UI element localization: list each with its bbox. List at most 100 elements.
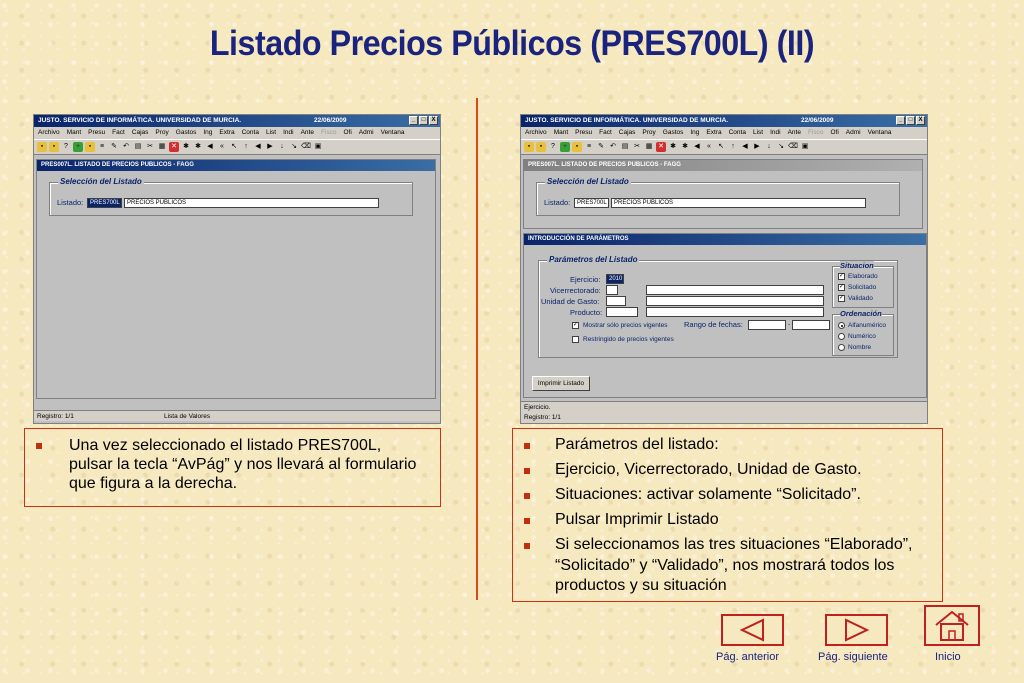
list-icon[interactable]: ≡ (584, 142, 594, 152)
down-arrow-icon[interactable]: ↓ (277, 142, 287, 152)
help-icon[interactable]: ↖ (716, 142, 726, 152)
elaborado-checkbox[interactable]: ✓ (838, 273, 845, 280)
undo-icon[interactable]: ↶ (608, 142, 618, 152)
numerico-radio[interactable] (838, 333, 845, 340)
remove-row-icon[interactable]: ✱ (680, 142, 690, 152)
first-record-icon[interactable]: ◀ (692, 142, 702, 152)
search-icon[interactable]: ↘ (776, 142, 786, 152)
close-button[interactable]: X (429, 116, 438, 125)
menu-ofi[interactable]: Ofi (830, 127, 838, 139)
prev-block-icon[interactable]: « (217, 142, 227, 152)
menu-admi[interactable]: Admi (359, 127, 374, 139)
menu-proy[interactable]: Proy (155, 127, 168, 139)
restringido-checkbox[interactable] (572, 336, 579, 343)
close-button[interactable]: X (916, 116, 925, 125)
calendar-icon[interactable]: ▣ (313, 142, 323, 152)
menu-proy[interactable]: Proy (642, 127, 655, 139)
menu-admi[interactable]: Admi (846, 127, 861, 139)
menu-list[interactable]: List (266, 127, 276, 139)
mostrar-vigentes-checkbox[interactable]: ✓ (572, 322, 579, 329)
folder-icon[interactable]: ▪ (572, 142, 582, 152)
fecha-desde-field[interactable] (748, 320, 786, 330)
producto-desc-field[interactable] (646, 307, 824, 317)
menu-fact[interactable]: Fact (112, 127, 125, 139)
listado-code-field[interactable]: PRES700L (574, 198, 609, 208)
prev-page-label[interactable]: Pág. anterior (716, 651, 779, 663)
prev-page-button[interactable] (721, 614, 784, 646)
unidad-gasto-desc-field[interactable] (646, 296, 824, 306)
delete-icon[interactable]: ✕ (656, 142, 666, 152)
edit-icon[interactable]: ✎ (596, 142, 606, 152)
query-icon[interactable]: ? (61, 142, 71, 152)
menu-ing[interactable]: Ing (203, 127, 212, 139)
menu-fact[interactable]: Fact (599, 127, 612, 139)
menu-extra[interactable]: Extra (706, 127, 721, 139)
listado-desc-field[interactable]: PRECIOS PUBLICOS (124, 198, 379, 208)
menu-ing[interactable]: Ing (690, 127, 699, 139)
imprimir-listado-button[interactable]: Imprimir Listado (532, 376, 590, 391)
right-arrow-icon[interactable]: ▶ (752, 142, 762, 152)
exit-icon[interactable]: ⌫ (301, 142, 311, 152)
paste-icon[interactable]: ▦ (157, 142, 167, 152)
listado-code-field[interactable]: PRES700L (87, 198, 122, 208)
folder-icon[interactable]: ▪ (85, 142, 95, 152)
first-record-icon[interactable]: ◀ (205, 142, 215, 152)
menu-indi[interactable]: Indi (770, 127, 780, 139)
calendar-icon[interactable]: ▣ (800, 142, 810, 152)
menu-ventana[interactable]: Ventana (381, 127, 405, 139)
undo-icon[interactable]: ↶ (121, 142, 131, 152)
menu-gastos[interactable]: Gastos (176, 127, 197, 139)
menu-archivo[interactable]: Archivo (38, 127, 60, 139)
print-icon[interactable]: ▪ (536, 142, 546, 152)
remove-row-icon[interactable]: ✱ (193, 142, 203, 152)
cut-icon[interactable]: ✂ (145, 142, 155, 152)
menu-mant[interactable]: Mant (554, 127, 568, 139)
vicerrectorado-desc-field[interactable] (646, 285, 824, 295)
help-icon[interactable]: ↖ (229, 142, 239, 152)
menu-ventana[interactable]: Ventana (868, 127, 892, 139)
solicitado-checkbox[interactable]: ✓ (838, 284, 845, 291)
nombre-radio[interactable] (838, 344, 845, 351)
left-arrow-icon[interactable]: ◀ (253, 142, 263, 152)
maximize-button[interactable]: □ (419, 116, 428, 125)
up-arrow-icon[interactable]: ↑ (241, 142, 251, 152)
home-button[interactable] (924, 605, 980, 646)
add-icon[interactable]: + (73, 142, 83, 152)
vicerrectorado-code-field[interactable] (606, 285, 618, 295)
menu-ante[interactable]: Ante (301, 127, 314, 139)
menu-presu[interactable]: Presu (88, 127, 105, 139)
menu-conta[interactable]: Conta (729, 127, 746, 139)
menu-archivo[interactable]: Archivo (525, 127, 547, 139)
search-icon[interactable]: ↘ (289, 142, 299, 152)
menu-extra[interactable]: Extra (219, 127, 234, 139)
down-arrow-icon[interactable]: ↓ (764, 142, 774, 152)
paste-icon[interactable]: ▦ (644, 142, 654, 152)
list-icon[interactable]: ≡ (97, 142, 107, 152)
menu-ofi[interactable]: Ofi (343, 127, 351, 139)
menu-list[interactable]: List (753, 127, 763, 139)
listado-desc-field[interactable]: PRECIOS PUBLICOS (611, 198, 866, 208)
add-icon[interactable]: + (560, 142, 570, 152)
print-icon[interactable]: ▪ (49, 142, 59, 152)
query-icon[interactable]: ? (548, 142, 558, 152)
menu-gastos[interactable]: Gastos (663, 127, 684, 139)
ejercicio-field[interactable]: 2010 (606, 274, 624, 284)
menu-cajas[interactable]: Cajas (132, 127, 149, 139)
copy-icon[interactable]: ▤ (133, 142, 143, 152)
validado-checkbox[interactable]: ✓ (838, 295, 845, 302)
save-icon[interactable]: ▪ (37, 142, 47, 152)
fecha-hasta-field[interactable] (792, 320, 830, 330)
insert-row-icon[interactable]: ✱ (181, 142, 191, 152)
cut-icon[interactable]: ✂ (632, 142, 642, 152)
menu-conta[interactable]: Conta (242, 127, 259, 139)
right-arrow-icon[interactable]: ▶ (265, 142, 275, 152)
minimize-button[interactable]: _ (896, 116, 905, 125)
maximize-button[interactable]: □ (906, 116, 915, 125)
minimize-button[interactable]: _ (409, 116, 418, 125)
alfanumerico-radio[interactable] (838, 322, 845, 329)
menu-ante[interactable]: Ante (788, 127, 801, 139)
delete-icon[interactable]: ✕ (169, 142, 179, 152)
exit-icon[interactable]: ⌫ (788, 142, 798, 152)
left-arrow-icon[interactable]: ◀ (740, 142, 750, 152)
prev-block-icon[interactable]: « (704, 142, 714, 152)
